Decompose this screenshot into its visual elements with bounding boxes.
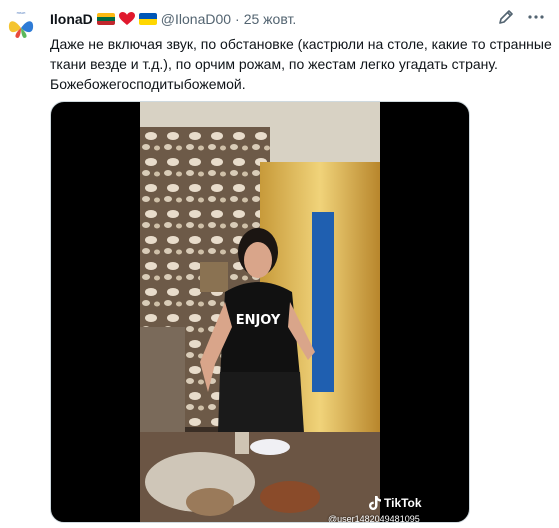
ukraine-flag-icon: [138, 13, 157, 25]
separator-dot: ·: [235, 11, 240, 27]
lithuania-flag-icon: [96, 13, 115, 25]
tweet-video[interactable]: ENJOY TikTok @user1482049481095: [50, 101, 470, 523]
svg-text:ПЛАН: ПЛАН: [17, 11, 26, 15]
red-heart-icon: [118, 12, 135, 25]
tweet-header: IlonaD @IlonaD00 · 25 жовт.: [50, 9, 519, 29]
tiktok-logo-icon: [369, 496, 381, 510]
tweet-date[interactable]: 25 жовт.: [244, 11, 297, 27]
tweet[interactable]: ПЛАН IlonaD @IlonaD00 · 25 жовт. Даже не…: [0, 0, 559, 528]
tweet-actions-top: [497, 8, 545, 26]
avatar[interactable]: ПЛАН: [4, 8, 38, 42]
tiktok-brand: TikTok: [384, 496, 422, 510]
tiktok-username: @user1482049481095: [328, 514, 420, 523]
video-frame[interactable]: ENJOY: [140, 102, 380, 522]
svg-text:ENJOY: ENJOY: [236, 313, 281, 328]
more-icon[interactable]: [527, 8, 545, 26]
author-name[interactable]: IlonaD: [50, 11, 93, 27]
author-handle[interactable]: @IlonaD00: [161, 11, 231, 27]
tweet-text: Даже не включая звук, по обстановке (кас…: [50, 36, 552, 92]
tiktok-watermark: TikTok: [369, 496, 422, 510]
edit-icon[interactable]: [497, 8, 515, 26]
